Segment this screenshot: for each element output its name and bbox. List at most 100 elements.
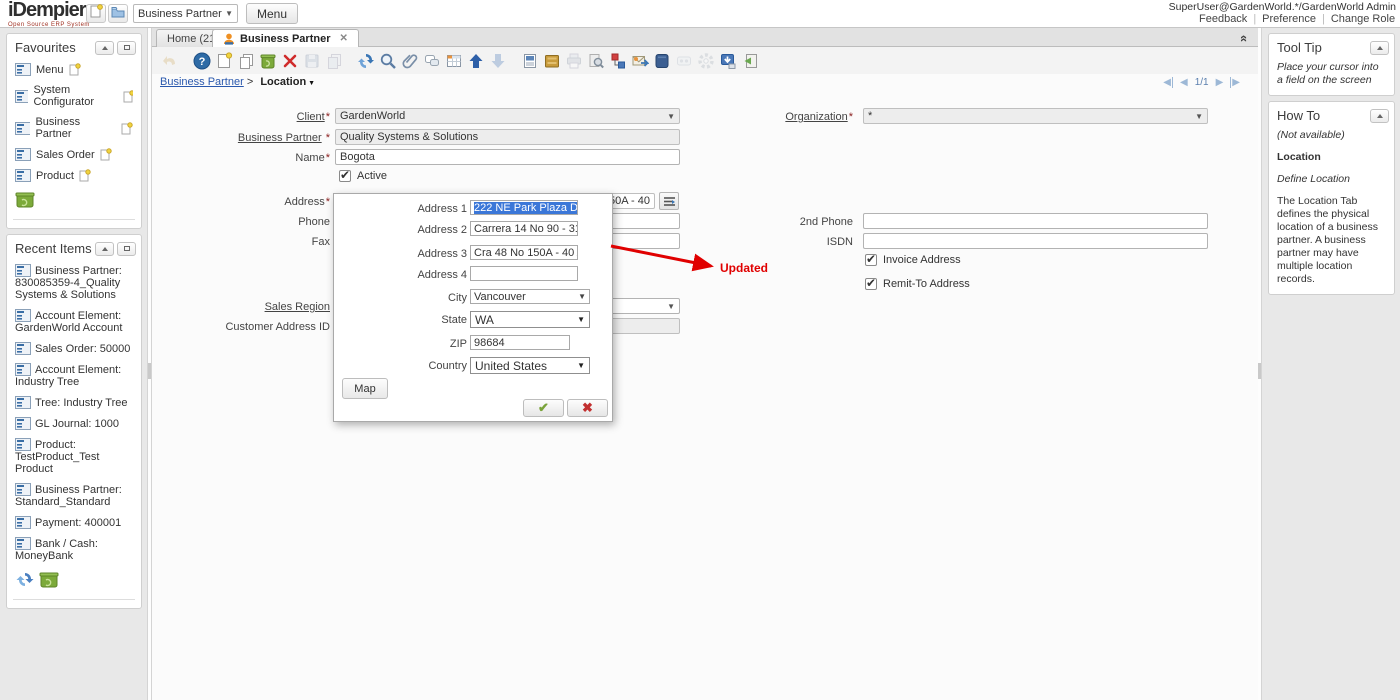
- recent-item[interactable]: Business Partner: Standard_Standard: [7, 479, 141, 512]
- new-window-button[interactable]: [86, 4, 106, 23]
- tooltip-collapse-button[interactable]: [1370, 41, 1389, 55]
- close-icon[interactable]: ✕: [339, 33, 347, 44]
- save-create-icon[interactable]: [324, 51, 344, 71]
- previous-record-icon[interactable]: ◀: [1180, 77, 1188, 88]
- recent-item[interactable]: Account Element: GardenWorld Account: [7, 305, 141, 338]
- remit-address-checkbox[interactable]: [865, 278, 877, 290]
- phone2-field[interactable]: [863, 213, 1208, 229]
- recent-item[interactable]: Product: TestProduct_Test Product: [7, 434, 141, 479]
- preference-link[interactable]: Preference: [1262, 13, 1316, 25]
- refresh-icon[interactable]: [15, 571, 35, 593]
- archive-lookup-icon[interactable]: [586, 51, 606, 71]
- favourite-item-business-partner[interactable]: Business Partner: [7, 112, 141, 144]
- recent-item[interactable]: Business Partner: 830085359-4_Quality Sy…: [7, 260, 141, 305]
- favourites-panel: Favourites Menu System Configurator Busi…: [6, 33, 142, 229]
- name-field[interactable]: Bogota: [335, 149, 680, 165]
- favourite-item-system-configurator[interactable]: System Configurator: [7, 80, 141, 112]
- export-file-icon[interactable]: [740, 51, 760, 71]
- active-checkbox[interactable]: [339, 170, 351, 182]
- undo-icon[interactable]: [160, 51, 180, 71]
- zip-label: ZIP: [342, 338, 467, 350]
- open-folder-button[interactable]: [108, 4, 128, 23]
- confirm-button[interactable]: ✔: [523, 399, 564, 417]
- last-record-icon[interactable]: ▶: [1230, 77, 1240, 88]
- recent-item[interactable]: Payment: 400001: [7, 512, 141, 533]
- check-icon: ✔: [538, 400, 549, 416]
- save-icon[interactable]: [302, 51, 322, 71]
- idempiere-app: iDempiere Open Source ERP System Busines…: [0, 0, 1400, 700]
- organization-field[interactable]: *▼: [863, 108, 1208, 124]
- new-record-icon[interactable]: [214, 51, 234, 71]
- send-mail-icon[interactable]: [630, 51, 650, 71]
- help-icon[interactable]: ?: [192, 51, 212, 71]
- print-icon[interactable]: [564, 51, 584, 71]
- recent-item[interactable]: Bank / Cash: MoneyBank: [7, 533, 141, 566]
- address2-label: Address 2: [342, 224, 467, 236]
- favourite-item-sales-order[interactable]: Sales Order: [7, 144, 141, 165]
- breadcrumb-parent-link[interactable]: Business Partner: [160, 76, 244, 88]
- refresh-icon[interactable]: [356, 51, 376, 71]
- recent-item[interactable]: Account Element: Industry Tree: [7, 359, 141, 392]
- file-drawer-icon[interactable]: [542, 51, 562, 71]
- change-role-link[interactable]: Change Role: [1331, 13, 1395, 25]
- client-field[interactable]: GardenWorld▼: [335, 108, 680, 124]
- recent-item[interactable]: Sales Order: 50000: [7, 338, 141, 359]
- trash-icon[interactable]: [39, 571, 59, 593]
- country-select[interactable]: United States▼: [470, 357, 590, 374]
- parent-record-icon[interactable]: [466, 51, 486, 71]
- feedback-link[interactable]: Feedback: [1199, 13, 1247, 25]
- export-icon[interactable]: [718, 51, 738, 71]
- attachment-icon[interactable]: [400, 51, 420, 71]
- breadcrumb: Business Partner > Location▼: [160, 76, 315, 88]
- delete-record-icon[interactable]: [258, 51, 278, 71]
- recent-item[interactable]: GL Journal: 1000: [7, 413, 141, 434]
- delete-selection-icon[interactable]: [280, 51, 300, 71]
- grid-toggle-icon[interactable]: [444, 51, 464, 71]
- tooltip-text: Place your cursor into a field on the sc…: [1277, 61, 1379, 86]
- note-icon: [121, 122, 133, 135]
- recent-item[interactable]: Tree: Industry Tree: [7, 392, 141, 413]
- business-partner-icon: [223, 33, 235, 45]
- isdn-field[interactable]: [863, 233, 1208, 249]
- zip-input[interactable]: 98684: [470, 335, 570, 350]
- find-icon[interactable]: [378, 51, 398, 71]
- next-record-icon[interactable]: ▶: [1216, 77, 1224, 88]
- recent-collapse-button[interactable]: [95, 242, 114, 256]
- howto-collapse-button[interactable]: [1370, 109, 1389, 123]
- address3-input[interactable]: Cra 48 No 150A - 40 Apto: [470, 245, 578, 260]
- favourites-collapse-button[interactable]: [95, 41, 114, 55]
- recent-maximize-button[interactable]: [117, 242, 136, 256]
- cancel-button[interactable]: ✖: [567, 399, 608, 417]
- phone2-label: 2nd Phone: [800, 216, 853, 228]
- city-combobox[interactable]: Vancouver▼: [470, 289, 590, 304]
- breadcrumb-current[interactable]: Location: [260, 76, 306, 88]
- workflow-icon[interactable]: [608, 51, 628, 71]
- report-icon[interactable]: [520, 51, 540, 71]
- favourite-item-product[interactable]: Product: [7, 165, 141, 186]
- address1-input[interactable]: 222 NE Park Plaza Dr, Sui: [470, 200, 578, 215]
- favourite-item-menu[interactable]: Menu: [7, 59, 141, 80]
- copy-record-icon[interactable]: [236, 51, 256, 71]
- first-record-icon[interactable]: ◀: [1163, 77, 1173, 88]
- detail-record-icon[interactable]: [488, 51, 508, 71]
- address4-input[interactable]: [470, 266, 578, 281]
- remit-address-row: Remit-To Address: [865, 278, 970, 290]
- address2-input[interactable]: Carrera 14 No 90 - 31 Ofi: [470, 221, 578, 236]
- maximize-icon: [124, 45, 130, 50]
- menu-button[interactable]: Menu: [246, 3, 298, 24]
- archive-icon[interactable]: [652, 51, 672, 71]
- trash-icon[interactable]: [15, 191, 35, 213]
- collapse-north-icon[interactable]: «: [1237, 35, 1252, 42]
- address3-label: Address 3: [342, 248, 467, 260]
- business-partner-field[interactable]: Quality Systems & Solutions: [335, 129, 680, 145]
- invoice-address-checkbox[interactable]: [865, 254, 877, 266]
- favourites-maximize-button[interactable]: [117, 41, 136, 55]
- tab-business-partner[interactable]: Business Partner ✕: [212, 29, 359, 47]
- state-select[interactable]: WA▼: [470, 311, 590, 328]
- chat-icon[interactable]: [422, 51, 442, 71]
- address-editor-button[interactable]: [659, 192, 679, 210]
- map-button[interactable]: Map: [342, 378, 388, 399]
- preference-icon[interactable]: [674, 51, 694, 71]
- window-select[interactable]: Business Partner ▼: [133, 4, 238, 23]
- process-icon[interactable]: [696, 51, 716, 71]
